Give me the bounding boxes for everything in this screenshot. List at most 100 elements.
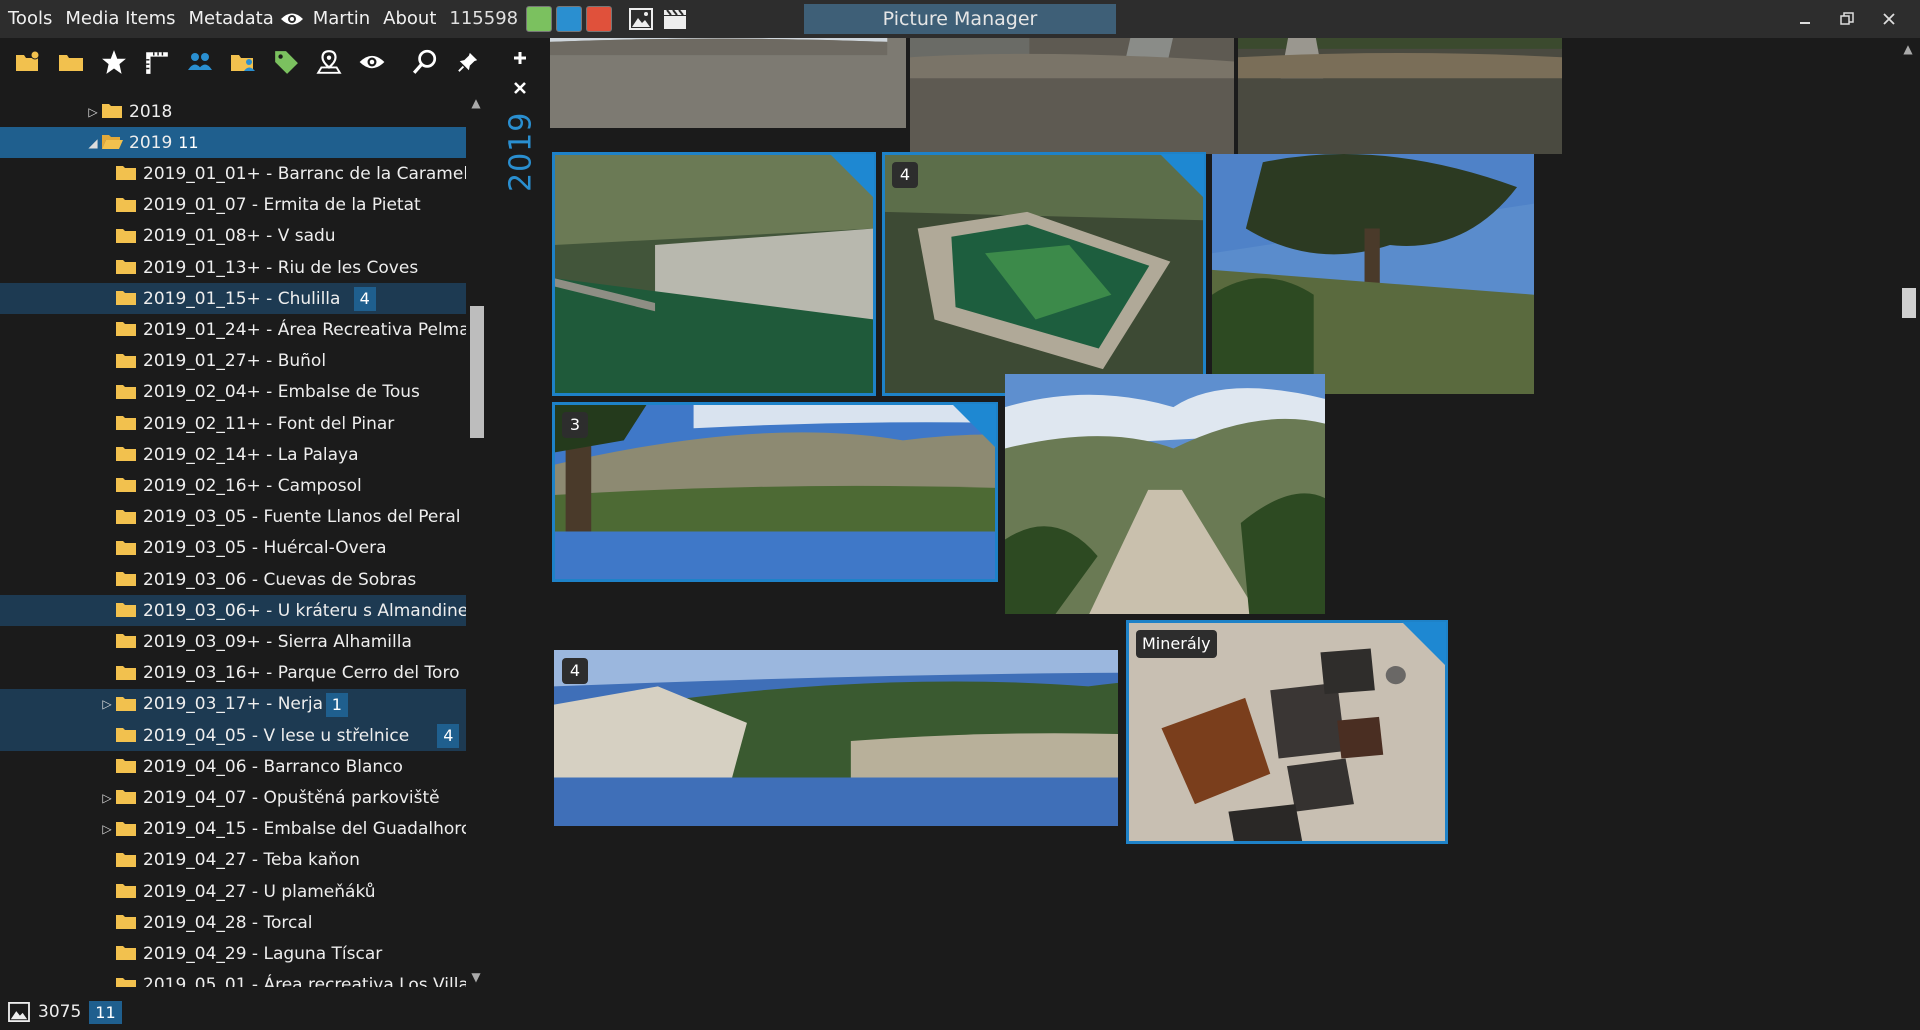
tree-item-label: 2019_02_16+ - Camposol [143, 475, 362, 496]
tree-item[interactable]: 2019_01_08+ - V sadu [0, 221, 466, 252]
tree-item[interactable]: 2019_05_01 - Área recreativa Los Villare… [0, 970, 466, 987]
folder-icon[interactable] [49, 40, 92, 84]
menu-tools[interactable]: Tools [0, 0, 57, 38]
color-filter-red[interactable] [586, 6, 613, 32]
tree-item-label: 2019_02_11+ - Font del Pinar [143, 413, 395, 434]
geo-location-icon[interactable] [307, 40, 350, 84]
photo-scrollbar-thumb[interactable] [1902, 288, 1916, 318]
photo-grid: 4 3 4 Minerály [550, 38, 1890, 1030]
tree-item[interactable]: 2019_03_16+ - Parque Cerro del Toro [0, 658, 466, 689]
photo-thumbnail[interactable] [1005, 374, 1325, 614]
tree-item[interactable]: ▷ 2019_04_15 - Embalse del Guadalhorce [0, 814, 466, 845]
photo-thumbnail[interactable]: 3 [552, 402, 998, 582]
tree-item[interactable]: 2019_04_27 - U plameňáků [0, 876, 466, 907]
scroll-up-icon[interactable]: ▲ [1900, 42, 1916, 56]
tree-item-label: 2019_03_17+ - Nerja [143, 694, 324, 715]
photo-thumbnail[interactable]: 4 [554, 650, 1118, 826]
tree-item[interactable]: 2019_04_06 - Barranco Blanco [0, 751, 466, 782]
tree-item[interactable]: 2019_03_09+ - Sierra Alhamilla [0, 626, 466, 657]
viewer-eye-icon[interactable] [279, 0, 305, 38]
tree-item[interactable]: 2019_01_13+ - Riu de les Coves [0, 252, 466, 283]
tree-item[interactable]: ▷ 2018 [0, 96, 466, 127]
tree-item[interactable]: 2019_01_15+ - Chulilla 4 [0, 283, 466, 315]
tree-item[interactable]: 2019_04_27 - Teba kaňon [0, 845, 466, 876]
expand-icon[interactable]: ▷ [100, 782, 114, 813]
tag-icon[interactable] [264, 40, 307, 84]
photo-thumbnail[interactable]: 4 [882, 152, 1206, 396]
tree-item-label: 2019_01_27+ - Buñol [143, 351, 327, 372]
expand-icon[interactable]: ▷ [100, 689, 114, 720]
main-menu: Tools Media Items Metadata Martin About … [0, 0, 692, 38]
photo-scrollbar[interactable]: ▲ ▼ [1896, 38, 1920, 1030]
menu-user[interactable]: Martin [305, 0, 375, 38]
tree-scrollbar-thumb[interactable] [470, 306, 484, 438]
tree-item-label: 2019_02_14+ - La Palaya [143, 444, 359, 465]
menu-about[interactable]: About [375, 0, 441, 38]
tree-item[interactable]: 2019_04_05 - V lese u střelnice 4 [0, 720, 466, 751]
photo-thumbnail[interactable] [1212, 154, 1534, 394]
star-icon[interactable] [92, 40, 135, 84]
tree-item[interactable]: 2019_01_27+ - Buñol [0, 346, 466, 377]
photo-image [1005, 374, 1325, 614]
tree-item[interactable]: ▷ 2019_03_17+ - Nerja 1 [0, 688, 466, 720]
tree-item-label: 2019_04_05 - V lese u střelnice [143, 725, 410, 746]
folder-people-icon[interactable] [221, 40, 264, 84]
scroll-down-icon[interactable]: ▼ [468, 970, 484, 984]
eye-icon[interactable] [350, 40, 393, 84]
collapse-icon[interactable]: ◢ [86, 127, 100, 158]
photo-thumbnail[interactable] [910, 38, 1234, 154]
photo-thumbnail[interactable]: Minerály [1126, 620, 1448, 844]
tree-item[interactable]: 2019_03_06+ - U kráteru s Almandinem2 [0, 595, 466, 627]
tree-item-label: 2019_03_06 - Cuevas de Sobras [143, 569, 417, 590]
menu-metadata[interactable]: Metadata [180, 0, 278, 38]
image-icon[interactable] [624, 0, 658, 38]
pin-icon[interactable] [446, 40, 489, 84]
photo-thumbnail[interactable] [1238, 38, 1562, 154]
tree-item[interactable]: 2019_01_01+ - Barranc de la Caramella [0, 158, 466, 189]
folder-icon [102, 104, 122, 118]
tree-item-label: 2019_04_28 - Torcal [143, 912, 313, 933]
color-filter-blue[interactable] [556, 6, 583, 32]
tree-item[interactable]: 2019_03_05 - Fuente Llanos del Peral [0, 502, 466, 533]
tree-item[interactable]: 2019_01_07 - Ermita de la Pietat [0, 190, 466, 221]
video-clapper-icon[interactable] [658, 0, 692, 38]
tree-item[interactable]: 2019_03_05 - Huércal-Overa [0, 533, 466, 564]
tree-item-label: 2019_01_08+ - V sadu [143, 226, 336, 247]
tree-item-count: 1 [325, 692, 348, 717]
tree-item[interactable]: 2019_02_16+ - Camposol [0, 470, 466, 501]
expand-icon[interactable]: ▷ [100, 814, 114, 845]
color-filter-green[interactable] [526, 6, 553, 32]
tree-item[interactable]: 2019_03_06 - Cuevas de Sobras [0, 564, 466, 595]
window-controls [1784, 0, 1910, 38]
folder-icon [116, 228, 136, 243]
close-panel-icon[interactable] [506, 74, 534, 102]
scroll-up-icon[interactable]: ▲ [468, 96, 484, 110]
close-icon[interactable] [1868, 0, 1910, 38]
tree-item-label: 2019_04_07 - Opuštěná parkoviště [143, 787, 440, 808]
add-icon[interactable] [506, 44, 534, 72]
minimize-icon[interactable] [1784, 0, 1826, 38]
folder-keyword-icon[interactable] [6, 40, 49, 84]
tree-item[interactable]: 2019_02_11+ - Font del Pinar [0, 408, 466, 439]
folder-icon [116, 540, 136, 555]
tree-scrollbar[interactable]: ▲ ▼ [466, 94, 486, 987]
photo-thumbnail[interactable] [552, 152, 876, 396]
ruler-icon[interactable] [135, 40, 178, 84]
tree-item[interactable]: 2019_02_14+ - La Palaya [0, 439, 466, 470]
tree-item[interactable]: ▷ 2019_04_07 - Opuštěná parkoviště [0, 782, 466, 813]
menu-media-items[interactable]: Media Items [57, 0, 180, 38]
search-icon[interactable] [403, 40, 446, 84]
tree-item[interactable]: 2019_04_29 - Laguna Tíscar [0, 938, 466, 969]
photo-thumbnail[interactable] [550, 38, 906, 128]
people-icon[interactable] [178, 40, 221, 84]
tree-item[interactable]: 2019_02_04+ - Embalse de Tous [0, 377, 466, 408]
tree-item-label: 2019_04_15 - Embalse del Guadalhorce [143, 819, 466, 840]
selection-marker [1402, 622, 1446, 666]
restore-icon[interactable] [1826, 0, 1868, 38]
tree-item[interactable]: 2019_04_28 - Torcal [0, 907, 466, 938]
tree-item[interactable]: ◢ 2019 11 [0, 127, 466, 159]
expand-icon[interactable]: ▷ [86, 96, 100, 127]
status-bar: 3075 11 [0, 994, 1920, 1030]
tree-item[interactable]: 2019_01_24+ - Área Recreativa Pelma [0, 314, 466, 345]
folder-icon [116, 478, 136, 493]
